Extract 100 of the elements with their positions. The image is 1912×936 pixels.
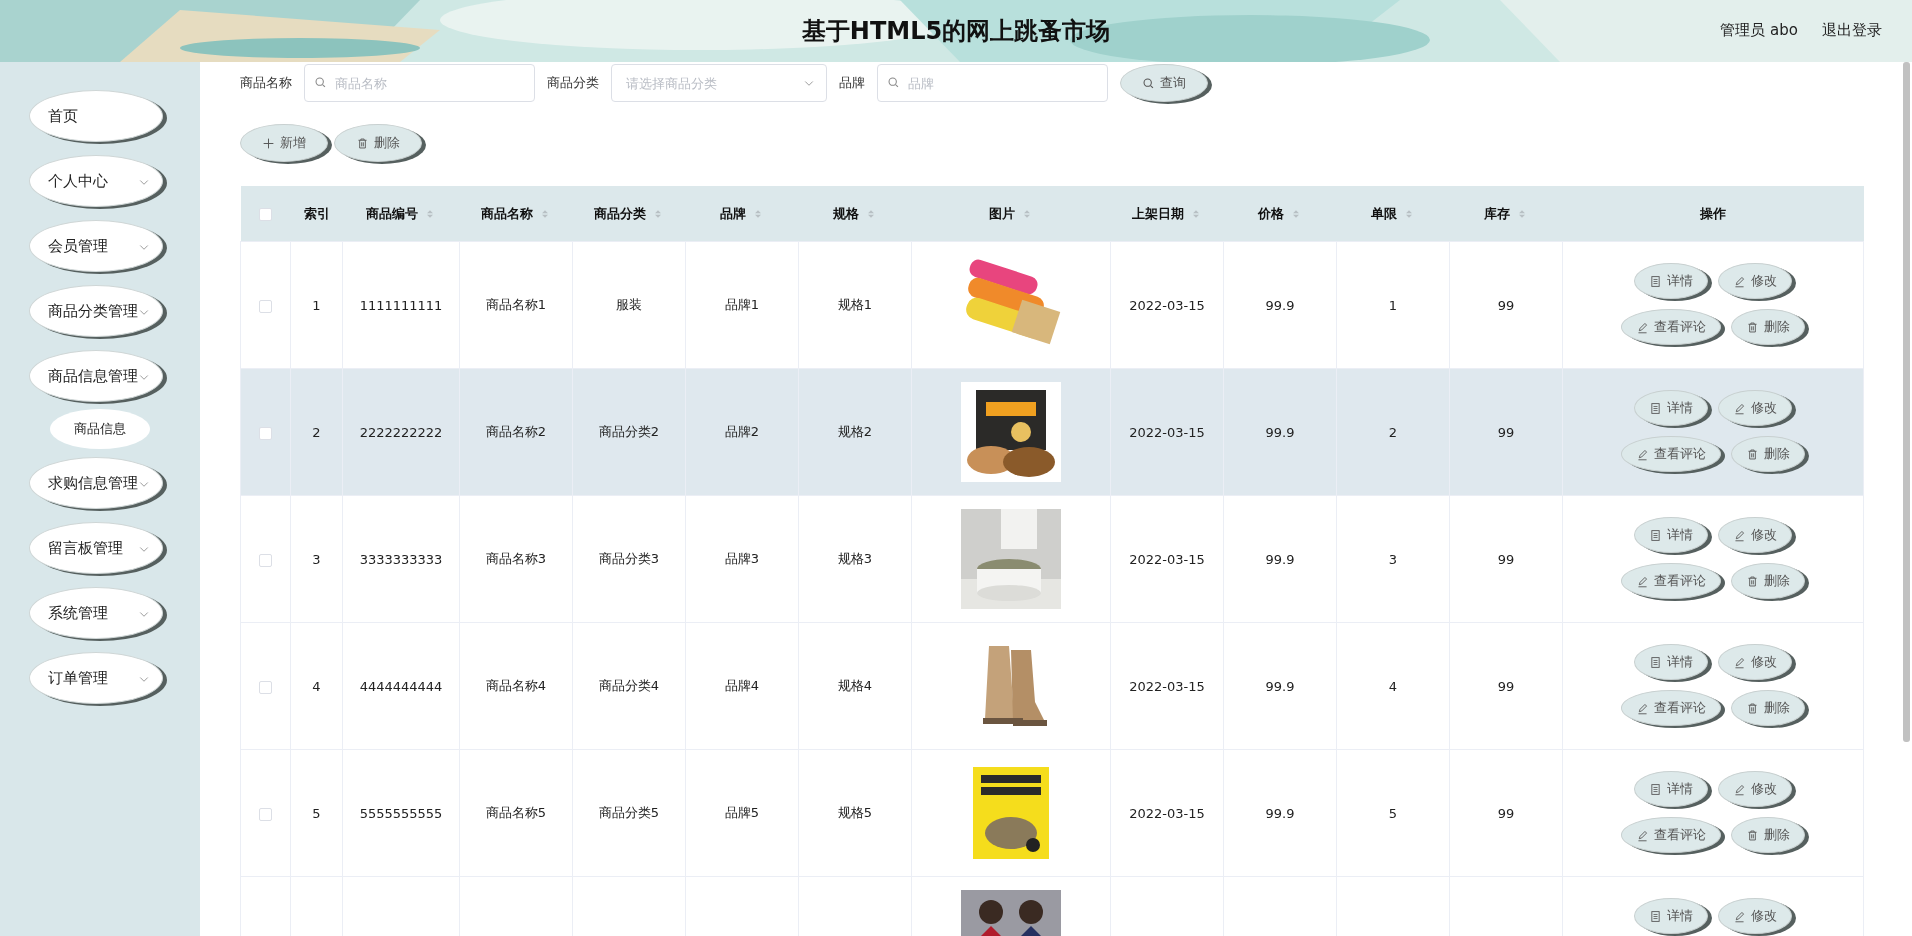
select-field[interactable]: 请选择商品分类 [611, 64, 827, 102]
menu-item[interactable]: 求购信息管理 [29, 457, 163, 509]
table-cell: 3333333333 [359, 551, 443, 567]
table-cell: 1111111111 [359, 297, 443, 313]
table-cell: 2222222222 [359, 424, 443, 440]
action-button[interactable]: 修改 [1718, 644, 1792, 680]
column-header[interactable]: 商品编号 [366, 204, 418, 223]
pencil-icon [1636, 828, 1649, 842]
action-button[interactable]: 详情 [1634, 263, 1708, 299]
action-button[interactable]: 修改 [1718, 898, 1792, 934]
table-cell: 2022-03-15 [1129, 678, 1205, 694]
action-button[interactable]: 删除 [1731, 690, 1805, 726]
column-header[interactable]: 商品分类 [594, 204, 646, 223]
table-cell: 4444444444 [359, 678, 443, 694]
menu-item[interactable]: 订单管理 [29, 652, 163, 704]
action-button[interactable]: 修改 [1718, 771, 1792, 807]
table-cell: 商品名称1 [485, 297, 547, 312]
field-label: 商品分类 [547, 74, 599, 92]
pencil-icon [1733, 909, 1746, 923]
field-label: 商品名称 [240, 74, 292, 92]
column-header[interactable]: 单限 [1371, 204, 1397, 223]
action-button[interactable]: 修改 [1718, 263, 1792, 299]
menu-item[interactable]: 会员管理 [29, 220, 163, 272]
checkbox[interactable] [259, 426, 272, 440]
pencil-icon [1733, 528, 1746, 542]
action-button[interactable]: 查看评论 [1621, 436, 1721, 472]
menu-item[interactable]: 系统管理 [29, 587, 163, 639]
menu-item[interactable]: 商品分类管理 [29, 285, 163, 337]
column-header: 操作 [1700, 204, 1726, 223]
add-button[interactable]: 新增 [240, 124, 328, 162]
table-cell: 99.9 [1265, 297, 1295, 313]
action-button[interactable]: 查看评论 [1621, 563, 1721, 599]
table-cell: 2022-03-15 [1129, 424, 1205, 440]
search-field[interactable]: 品牌 [877, 64, 1108, 102]
action-button[interactable]: 删除 [1731, 563, 1805, 599]
column-header[interactable]: 规格 [833, 204, 859, 223]
menu-item[interactable]: 留言板管理 [29, 522, 163, 574]
checkbox[interactable] [259, 553, 272, 567]
action-button[interactable]: 修改 [1718, 517, 1792, 553]
table-row[interactable]: 4 4444444444 商品名称4 商品分类4 品牌4 规格4 2022-03-15 99.9 4 99 详情 修改 查看评论 删除 [240, 622, 1864, 750]
table-cell: 商品名称3 [485, 551, 547, 566]
table-cell: 规格1 [837, 297, 873, 312]
column-header[interactable]: 上架日期 [1132, 204, 1184, 223]
column-header: 索引 [303, 204, 330, 223]
action-button[interactable]: 删除 [1731, 817, 1805, 853]
scrollbar[interactable] [1903, 62, 1910, 742]
table-row[interactable]: 3 3333333333 商品名称3 商品分类3 品牌3 规格3 2022-03-15 99.9 3 99 详情 修改 查看评论 删除 [240, 495, 1864, 623]
pencil-icon [1636, 574, 1649, 588]
pencil-icon [1733, 655, 1746, 669]
menu-item[interactable]: 个人中心 [29, 155, 163, 207]
action-button[interactable]: 详情 [1634, 898, 1708, 934]
plus-icon [262, 136, 275, 150]
search-icon [887, 76, 900, 89]
table-cell: 4 [312, 678, 321, 694]
action-button[interactable]: 删除 [1731, 309, 1805, 345]
table-row[interactable]: 5 5555555555 商品名称5 商品分类5 品牌5 规格5 2022-03-15 99.9 5 99 详情 修改 查看评论 删除 [240, 749, 1864, 877]
column-header[interactable]: 库存 [1484, 204, 1510, 223]
table-cell: 5555555555 [359, 805, 443, 821]
table-cell: 2022-03-15 [1129, 805, 1205, 821]
table-row[interactable]: 1 1111111111 商品名称1 服装 品牌1 规格1 2022-03-15 99.9 1 99 详情 修改 查看评论 删除 [240, 241, 1864, 369]
table-cell: 99 [1497, 678, 1515, 694]
checkbox[interactable] [259, 807, 272, 821]
action-button[interactable]: 详情 [1634, 517, 1708, 553]
search-icon [1142, 76, 1155, 90]
action-button[interactable]: 查看评论 [1621, 690, 1721, 726]
column-header[interactable]: 商品名称 [481, 204, 533, 223]
action-button[interactable]: 详情 [1634, 644, 1708, 680]
action-button[interactable]: 删除 [1731, 436, 1805, 472]
action-button[interactable]: 详情 [1634, 390, 1708, 426]
action-button[interactable]: 查看评论 [1621, 309, 1721, 345]
table-cell: 99.9 [1265, 551, 1295, 567]
logout-link[interactable]: 退出登录 [1822, 21, 1882, 40]
menu-item[interactable]: 首页 [29, 90, 163, 142]
search-field[interactable]: 商品名称 [304, 64, 535, 102]
trash-icon [356, 136, 369, 150]
search-button[interactable]: 查询 [1120, 64, 1208, 102]
checkbox[interactable] [259, 680, 272, 694]
checkbox[interactable] [259, 208, 272, 221]
table-cell: 品牌4 [724, 678, 760, 693]
table-row[interactable]: 2 2222222222 商品名称2 商品分类2 品牌2 规格2 2022-03-15 99.9 2 99 详情 修改 查看评论 删除 [240, 368, 1864, 496]
action-button[interactable]: 查看评论 [1621, 817, 1721, 853]
column-header[interactable]: 品牌 [720, 204, 746, 223]
table-cell: 品牌1 [724, 297, 760, 312]
pencil-icon [1733, 274, 1746, 288]
action-button[interactable]: 修改 [1718, 390, 1792, 426]
table-cell: 商品分类4 [598, 678, 660, 693]
column-header[interactable]: 价格 [1258, 204, 1284, 223]
submenu-item[interactable]: 商品信息 [50, 409, 150, 449]
action-button[interactable]: 详情 [1634, 771, 1708, 807]
pencil-icon [1636, 320, 1649, 334]
document-icon [1649, 782, 1662, 796]
table-row[interactable]: 详情 修改 [240, 876, 1864, 936]
document-icon [1649, 274, 1662, 288]
trash-icon [1746, 447, 1759, 461]
table-cell: 服装 [616, 297, 642, 312]
search-icon [314, 76, 327, 89]
menu-item[interactable]: 商品信息管理 [29, 350, 163, 402]
checkbox[interactable] [259, 299, 272, 313]
column-header[interactable]: 图片 [989, 204, 1015, 223]
delete-button[interactable]: 删除 [334, 124, 422, 162]
